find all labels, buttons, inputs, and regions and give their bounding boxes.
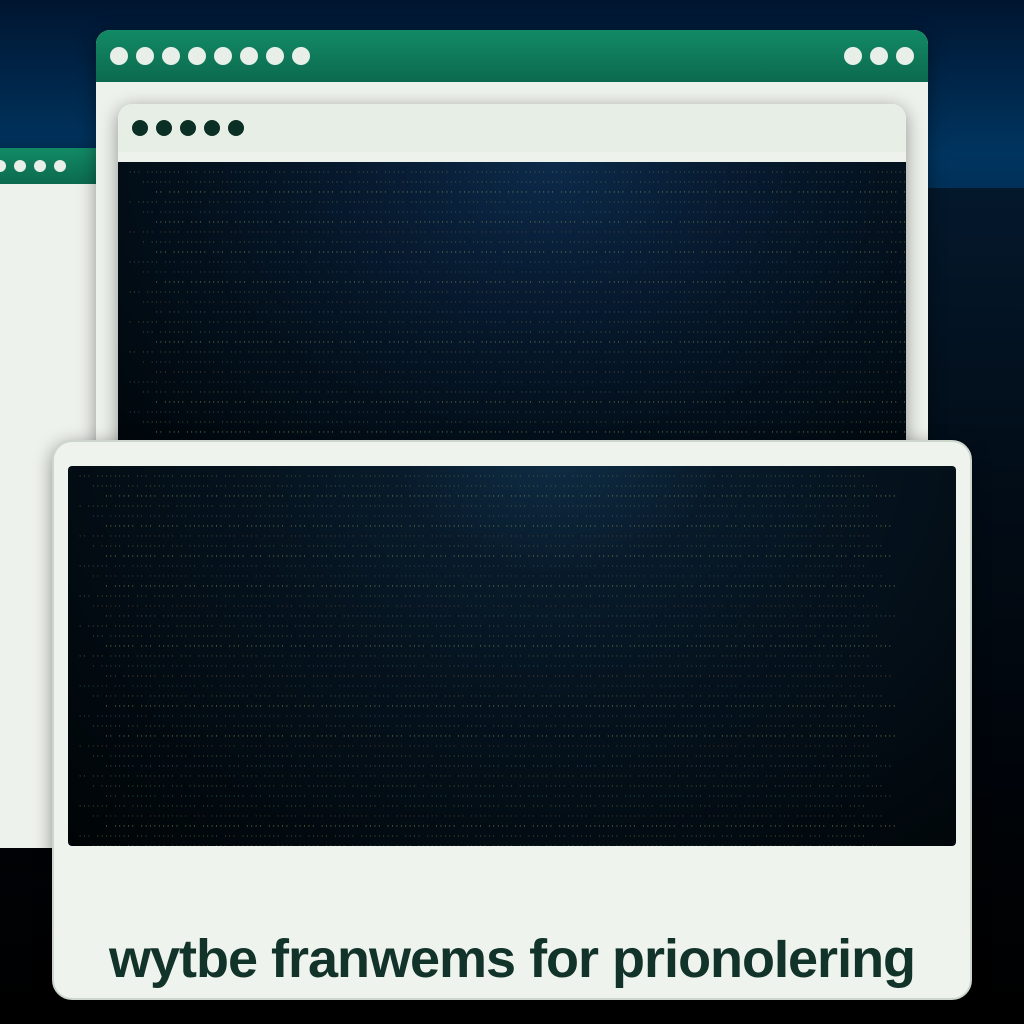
caption-banner: wytbe franwems for prionoIering [0, 928, 1024, 990]
traffic-light-icon[interactable] [156, 120, 172, 136]
titlebar-rear[interactable] [96, 30, 928, 82]
traffic-light-icon[interactable] [870, 47, 888, 65]
traffic-light-icon[interactable] [0, 160, 6, 172]
caption-text: wytbe franwems for prionoIering [109, 929, 915, 989]
traffic-light-icon[interactable] [266, 47, 284, 65]
terminal-mid[interactable]: ··· ········ ··· ····· ········· ··· ···… [118, 162, 906, 482]
traffic-light-icon[interactable] [292, 47, 310, 65]
traffic-light-icon[interactable] [204, 120, 220, 136]
traffic-light-icon[interactable] [180, 120, 196, 136]
traffic-light-icon[interactable] [162, 47, 180, 65]
terminal-front[interactable]: ··· ········ ··· ····· ········· ··· ···… [68, 466, 956, 846]
traffic-light-icon[interactable] [240, 47, 258, 65]
traffic-light-icon[interactable] [34, 160, 46, 172]
traffic-light-icon[interactable] [228, 120, 244, 136]
window-mid: ··· ········ ··· ····· ········· ··· ···… [118, 104, 906, 484]
traffic-light-icon[interactable] [896, 47, 914, 65]
traffic-light-icon[interactable] [136, 47, 154, 65]
titlebar-mid[interactable] [118, 104, 906, 152]
traffic-light-icon[interactable] [188, 47, 206, 65]
traffic-light-icon[interactable] [54, 160, 66, 172]
traffic-light-icon[interactable] [132, 120, 148, 136]
window-front: ··· ········ ··· ····· ········· ··· ···… [52, 440, 972, 1000]
traffic-light-icon[interactable] [844, 47, 862, 65]
traffic-light-icon[interactable] [110, 47, 128, 65]
traffic-light-icon[interactable] [214, 47, 232, 65]
traffic-light-icon[interactable] [14, 160, 26, 172]
